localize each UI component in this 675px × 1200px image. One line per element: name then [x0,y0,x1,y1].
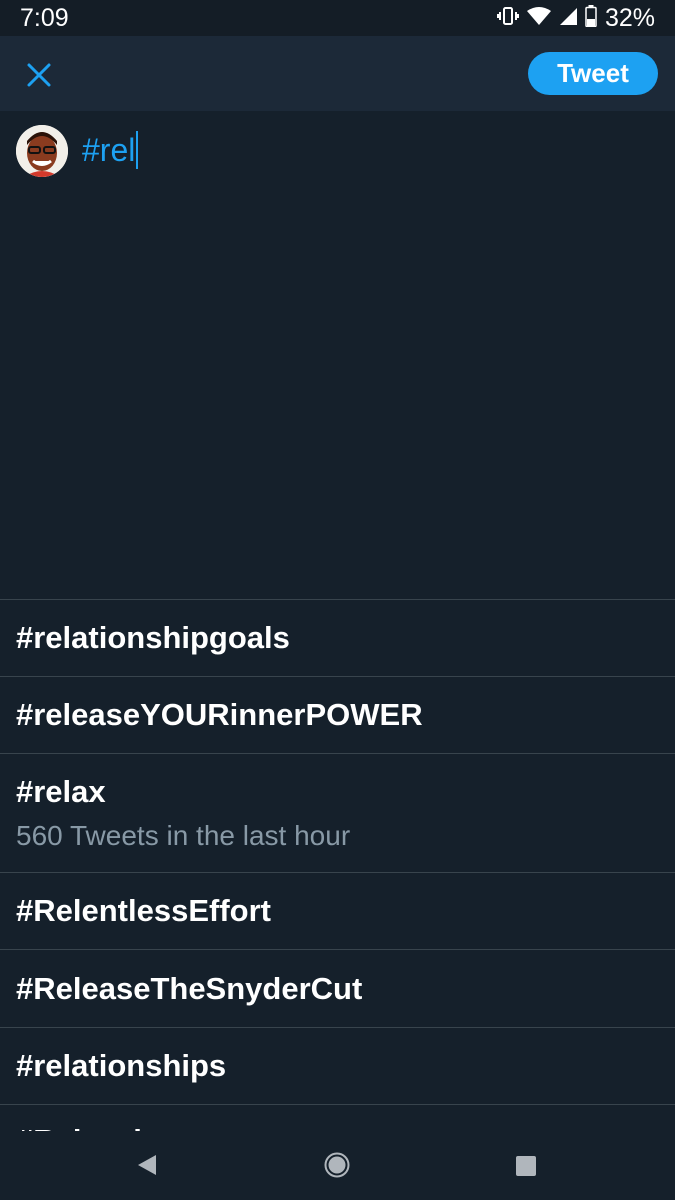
status-bar: 7:09 32% [0,0,675,36]
avatar[interactable] [16,125,68,177]
suggestion-item[interactable]: #relax 560 Tweets in the last hour [0,753,675,872]
system-nav-bar [0,1131,675,1200]
suggestion-item[interactable]: #RelentlessEffort [0,872,675,949]
signal-icon [559,6,577,31]
status-icons: 32% [496,4,655,33]
tweet-button[interactable]: Tweet [528,52,658,95]
suggestion-item[interactable]: #Relevel [0,1104,675,1131]
text-cursor [136,131,139,169]
vibrate-icon [496,6,519,31]
battery-percent: 32% [604,4,655,32]
suggestion-tag: #RelentlessEffort [16,893,271,928]
suggestion-item[interactable]: #releaseYOURinnerPOWER [0,676,675,753]
suggestion-tag: #relationships [16,1048,227,1083]
compose-area[interactable]: #rel [0,111,675,599]
suggestion-tag: #relax [16,774,106,809]
home-icon[interactable] [324,1152,350,1183]
close-button[interactable] [22,58,56,92]
recents-icon[interactable] [515,1155,537,1182]
hashtag-suggestions[interactable]: #relationshipgoals #releaseYOURinnerPOWE… [0,599,675,1131]
suggestion-tag: #relationshipgoals [16,620,290,655]
suggestion-item[interactable]: #relationships [0,1027,675,1104]
suggestion-item[interactable]: #ReleaseTheSnyderCut [0,949,675,1027]
battery-icon [585,5,597,32]
status-time: 7:09 [20,4,69,32]
compose-header: Tweet [0,36,675,111]
tweet-text: #rel [82,131,136,168]
suggestion-tag: #releaseYOURinnerPOWER [16,697,423,732]
suggestion-tweet-count: 560 Tweets in the last hour [16,820,351,851]
suggestion-tag: #ReleaseTheSnyderCut [16,970,363,1006]
close-icon [22,63,56,96]
back-icon[interactable] [136,1153,158,1182]
suggestion-tag: #Relevel [16,1123,659,1131]
suggestion-item[interactable]: #relationshipgoals [0,599,675,676]
tweet-text-input[interactable]: #rel [82,131,139,169]
wifi-icon [526,6,551,31]
